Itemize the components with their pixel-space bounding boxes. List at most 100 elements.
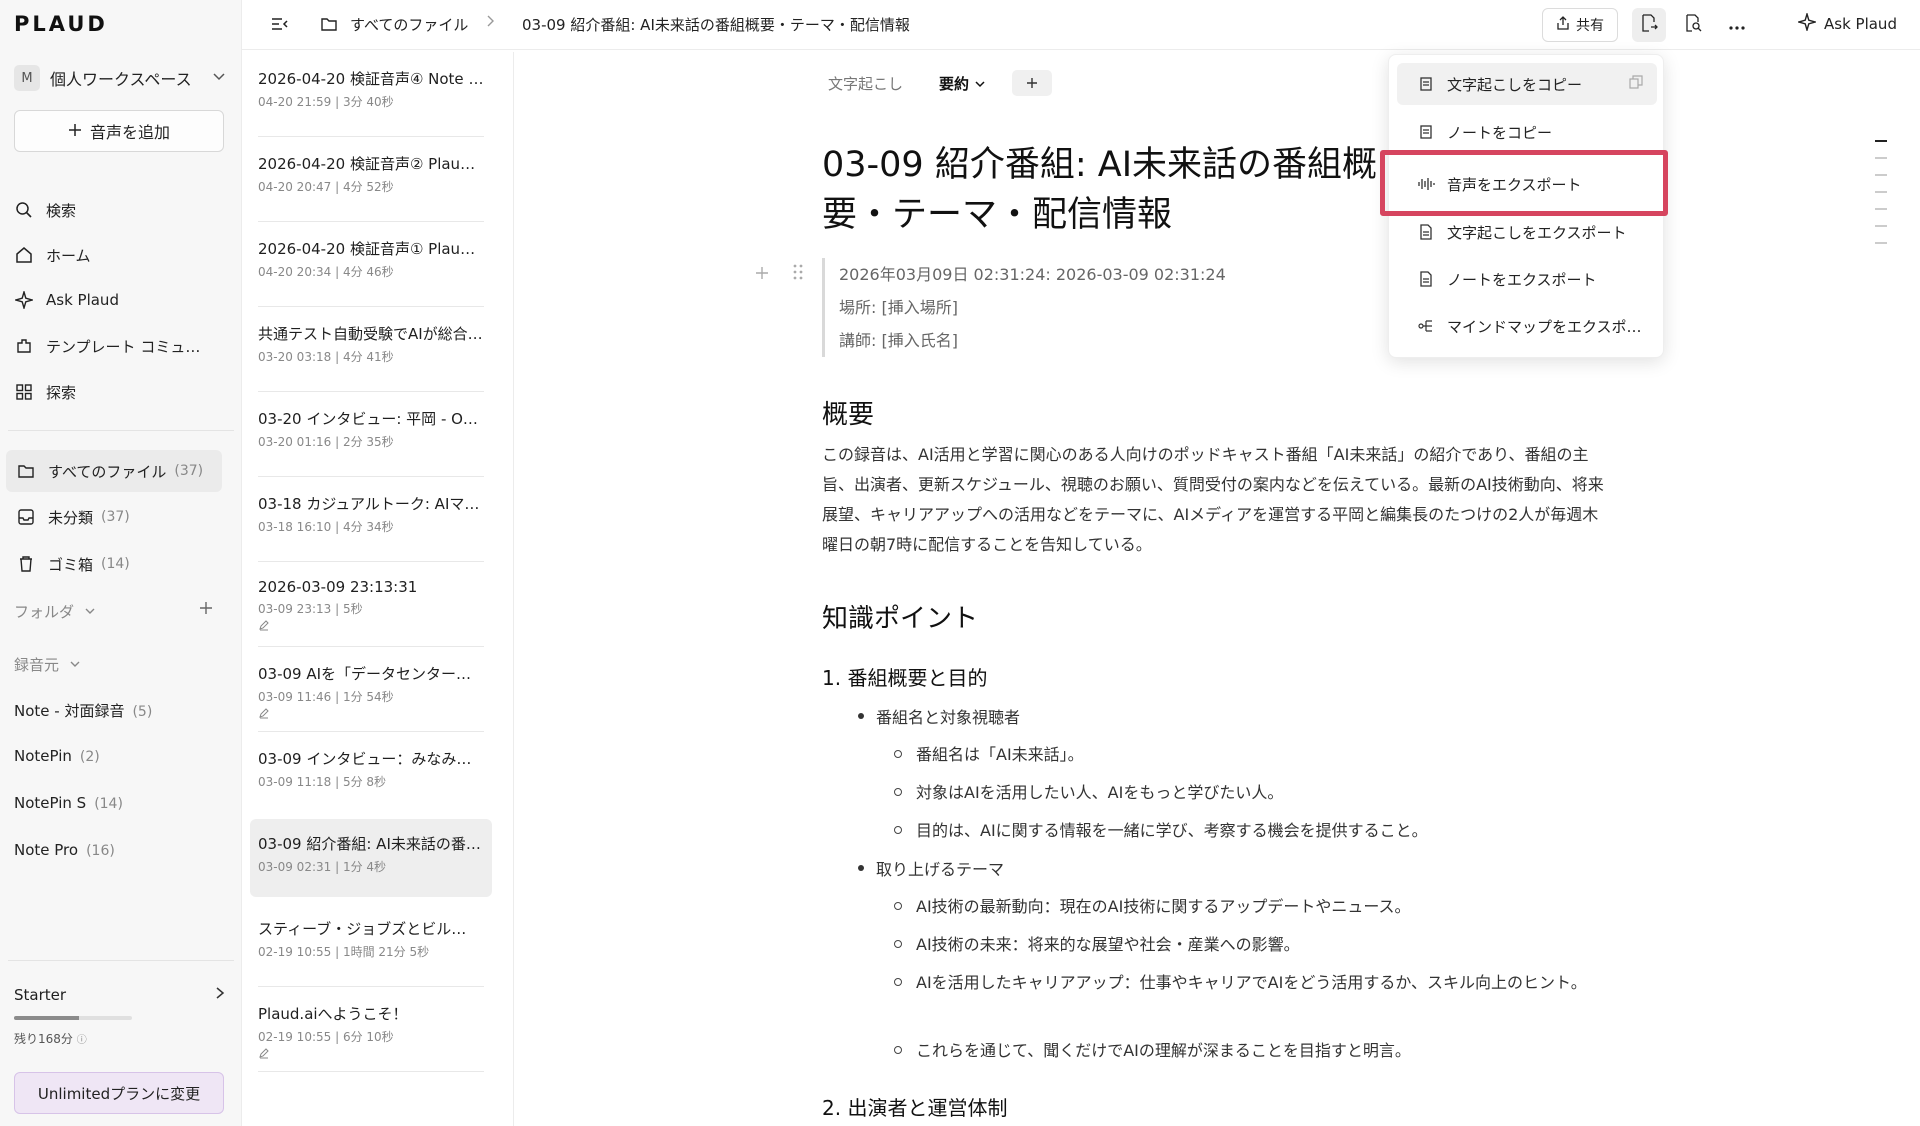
info-icon: ⓘ	[76, 1035, 87, 1046]
ask-plaud-button[interactable]: Ask Plaud	[1796, 11, 1897, 35]
source-label: NotePin	[14, 747, 72, 765]
file-meta: 04-20 20:34 | 4分 46秒	[258, 265, 394, 279]
file-title: 03-18 カジュアルトーク: AIマ…	[258, 495, 480, 513]
add-block-plus-icon[interactable]	[754, 262, 770, 286]
sidebar-toggle-icon[interactable]	[270, 14, 292, 36]
nav-search[interactable]: 検索	[14, 192, 226, 228]
section-label: 録音元	[14, 656, 60, 674]
export-button[interactable]	[1632, 8, 1666, 42]
doc-search-button[interactable]	[1676, 8, 1710, 42]
document-title[interactable]: 03-09 紹介番組: AI未来話の番組概要・テーマ・配信情報	[822, 140, 1382, 240]
plan-name: Starter	[14, 986, 67, 1004]
plus-icon	[68, 122, 82, 141]
meta-line: 講師: [挿入氏名]	[839, 331, 958, 350]
overview-paragraph[interactable]: この録音は、AI活用と学習に関心のある人向けのポッドキャスト番組「AI未来話」の…	[822, 440, 1604, 560]
nav-explore[interactable]: 探索	[14, 374, 226, 410]
meta-block[interactable]: 2026年03月09日 02:31:24: 2026-03-09 02:31:2…	[822, 258, 1226, 357]
outline-mark	[1875, 208, 1887, 210]
more-icon	[1728, 16, 1746, 35]
chevron-right-icon	[214, 986, 226, 1004]
file-title: Plaud.aiへようこそ！	[258, 1005, 408, 1023]
share-button[interactable]: 共有	[1542, 8, 1618, 42]
folder-section-toggle[interactable]: フォルダ	[14, 601, 96, 622]
edited-pen-icon	[258, 707, 484, 722]
file-list-item[interactable]: 2026-04-20 検証音声④ Note Pro … 04-20 21:59 |…	[250, 54, 492, 132]
source-item[interactable]: NotePin S (14)	[14, 794, 123, 812]
file-meta: 04-20 21:59 | 3分 40秒	[258, 95, 394, 109]
plan-usage-bar	[14, 1016, 132, 1020]
meta-line: 2026年03月09日 02:31:24: 2026-03-09 02:31:2…	[839, 265, 1226, 284]
file-title: スティーブ・ジョブズとビル…	[258, 920, 467, 938]
file-separator	[258, 1071, 484, 1072]
nav-label: 検索	[46, 201, 77, 220]
nav-ask-plaud[interactable]: Ask Plaud	[14, 282, 226, 318]
plan-row[interactable]: Starter	[14, 986, 226, 1004]
file-list-item[interactable]: 03-09 AIを「データセンター… 03-09 11:46 | 1分 54秒	[250, 649, 492, 727]
sub-bullet-text: 番組名は「AI未来話」。	[916, 745, 1084, 764]
file-list-item[interactable]: 03-09 紹介番組: AI未来話の番… 03-09 02:31 | 1分 4秒	[250, 819, 492, 897]
plaud-logo[interactable]: PLAUD	[14, 12, 108, 36]
sub-bullet-text: AI技術の最新動向：現在のAI技術に関するアップデートやニュース。	[916, 897, 1411, 916]
tab-transcript[interactable]: 文字起こし	[828, 73, 903, 94]
add-audio-button[interactable]: 音声を追加	[14, 110, 224, 152]
file-list-item[interactable]: 2026-04-20 検証音声① Plaud Note 04-20 20:34 |…	[250, 224, 492, 302]
bullet-dot	[858, 865, 864, 871]
source-section-toggle[interactable]: 録音元	[14, 654, 81, 675]
nav-template-community[interactable]: テンプレート コミュ…	[14, 328, 226, 364]
file-list-item[interactable]: 2026-03-09 23:13:31 03-09 23:13 | 5秒	[250, 564, 492, 642]
sparkle-icon	[14, 290, 34, 310]
source-item[interactable]: Note - 対面録音 (5)	[14, 700, 152, 721]
file-title: 2026-04-20 検証音声① Plaud Note	[258, 240, 484, 258]
file-separator	[258, 221, 484, 222]
workspace-switcher[interactable]: M 個人ワークスペース	[14, 62, 226, 94]
menu-item-label: 文字起こしをエクスポート	[1447, 223, 1627, 242]
menu-item-export-mindmap[interactable]: マインドマップをエクスポ…	[1397, 305, 1657, 347]
more-options-button[interactable]	[1720, 8, 1754, 42]
file-list-item[interactable]: 共通テスト自動受験でAIが総合… 03-20 03:18 | 4分 41秒	[250, 309, 492, 387]
file-list-item[interactable]: スティーブ・ジョブズとビル… 02-19 10:55 | 1時間 21分 5秒	[250, 904, 492, 982]
file-list-item[interactable]: Plaud.aiへようこそ！ 02-19 10:55 | 6分 10秒	[250, 989, 492, 1067]
file-meta: 03-09 11:18 | 5分 8秒	[258, 775, 387, 789]
workspace-avatar: M	[14, 65, 40, 91]
left-sidebar: PLAUD M 個人ワークスペース 音声を追加 検索 ホーム Ask Plaud	[0, 0, 242, 1126]
menu-item-copy-transcript[interactable]: 文字起こしをコピー	[1397, 63, 1657, 105]
source-item[interactable]: Note Pro (16)	[14, 841, 115, 859]
source-item[interactable]: NotePin (2)	[14, 747, 100, 765]
file-list-item[interactable]: 03-20 インタビュー: 平岡 - O… 03-20 01:16 | 2分 35…	[250, 394, 492, 472]
ring-bullet	[894, 1046, 902, 1054]
nav-home[interactable]: ホーム	[14, 237, 226, 273]
sub-bullet-text: 対象はAIを活用したい人、AIをもっと学びたい人。	[916, 783, 1284, 802]
ring-bullet	[894, 978, 902, 986]
plan-remaining: 残り168分 ⓘ	[14, 1030, 87, 1047]
menu-item-copy-note[interactable]: ノートをコピー	[1397, 111, 1657, 153]
tab-summary-label: 要約	[939, 74, 970, 93]
folder-uncategorized[interactable]: 未分類 (37)	[6, 496, 222, 538]
folder-count: (14)	[101, 556, 130, 572]
source-label: NotePin S	[14, 794, 87, 812]
folder-all-files[interactable]: すべてのファイル (37)	[6, 450, 222, 492]
folder-trash[interactable]: ゴミ箱 (14)	[6, 543, 222, 585]
file-list-item[interactable]: 2026-04-20 検証音声② Plaud NotePin 04-20 20:4…	[250, 139, 492, 217]
breadcrumb-root[interactable]: すべてのファイル	[350, 14, 468, 35]
explore-icon	[14, 382, 34, 402]
section2-heading: 2. 出演者と運営体制	[822, 1096, 1008, 1120]
outline-mark	[1875, 191, 1887, 193]
menu-item-export-transcript[interactable]: 文字起こしをエクスポート	[1397, 211, 1657, 253]
upgrade-plan-button[interactable]: Unlimitedプランに変更	[14, 1072, 224, 1114]
copy-icon	[1629, 75, 1643, 93]
edited-pen-icon	[258, 619, 484, 634]
sub-bullet-text: AIを活用したキャリアアップ：仕事やキャリアでAIをどう活用するか、スキル向上の…	[916, 973, 1587, 992]
drag-handle-icon[interactable]	[792, 262, 804, 286]
sidebar-divider	[8, 960, 234, 961]
ring-bullet	[894, 940, 902, 948]
folder-label: ゴミ箱	[48, 555, 94, 574]
file-list-item[interactable]: 03-09 インタビュー：みなみ… 03-09 11:18 | 5分 8秒	[250, 734, 492, 812]
add-tab-button[interactable]	[1012, 70, 1053, 96]
tab-summary[interactable]: 要約	[939, 73, 986, 94]
file-list-item[interactable]: 03-18 カジュアルトーク: AIマ… 03-18 16:10 | 4分 34秒	[250, 479, 492, 557]
add-folder-plus-icon[interactable]	[199, 596, 213, 620]
folder-count: (37)	[174, 463, 204, 479]
menu-item-export-note[interactable]: ノートをエクスポート	[1397, 258, 1657, 300]
meta-line: 場所: [挿入場所]	[839, 298, 958, 317]
document-outline[interactable]	[1875, 140, 1887, 259]
